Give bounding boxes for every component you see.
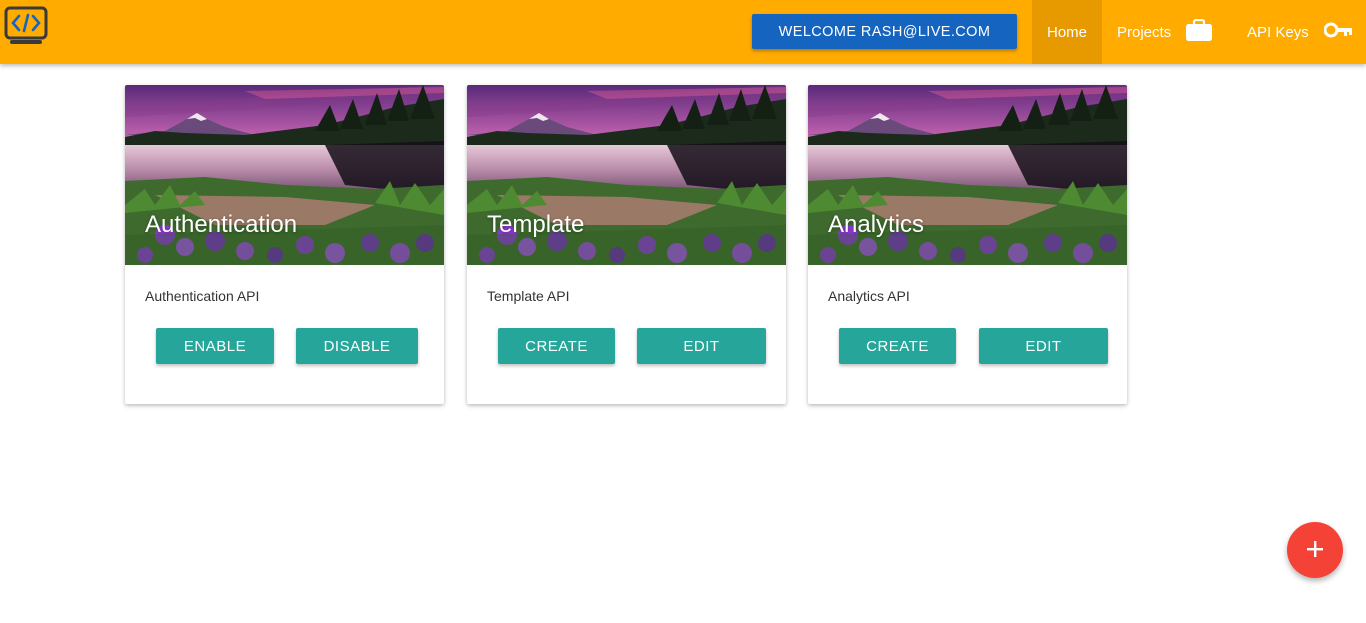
nav-item-projects[interactable]: Projects xyxy=(1102,0,1230,64)
card-image: Template xyxy=(467,85,786,265)
plus-icon xyxy=(1306,540,1324,561)
code-monitor-icon[interactable] xyxy=(4,6,48,46)
api-card-analytics: Analytics Analytics API CREATE EDIT xyxy=(808,85,1127,404)
create-button[interactable]: CREATE xyxy=(839,328,956,364)
nav-item-api-keys[interactable]: API Keys xyxy=(1232,0,1366,64)
card-title: Analytics xyxy=(828,211,925,238)
edit-button[interactable]: EDIT xyxy=(979,328,1108,364)
api-card-authentication: Authentication Authentication API ENABLE… xyxy=(125,85,444,404)
card-title: Template xyxy=(487,211,585,238)
enable-button[interactable]: ENABLE xyxy=(156,328,274,364)
key-icon xyxy=(1323,22,1354,42)
nav-item-label: Projects xyxy=(1117,23,1172,41)
top-navbar: WELCOME RASH@LIVE.COM Home Projects API … xyxy=(0,0,1366,64)
nav-item-home[interactable]: Home xyxy=(1032,0,1102,64)
edit-button[interactable]: EDIT xyxy=(637,328,766,364)
disable-button[interactable]: DISABLE xyxy=(296,328,418,364)
create-button[interactable]: CREATE xyxy=(498,328,615,364)
nav-item-label: Home xyxy=(1046,23,1087,41)
card-description: Analytics API xyxy=(828,288,910,304)
card-image: Analytics xyxy=(808,85,1127,265)
card-title: Authentication xyxy=(145,211,298,238)
briefcase-icon xyxy=(1186,18,1213,45)
api-card-template: Template Template API CREATE EDIT xyxy=(467,85,786,404)
nav-item-label: API Keys xyxy=(1247,23,1309,41)
add-fab-button[interactable] xyxy=(1287,522,1343,578)
card-description: Template API xyxy=(487,288,570,304)
welcome-button[interactable]: WELCOME RASH@LIVE.COM xyxy=(752,14,1017,49)
card-image: Authentication xyxy=(125,85,444,265)
card-description: Authentication API xyxy=(145,288,260,304)
